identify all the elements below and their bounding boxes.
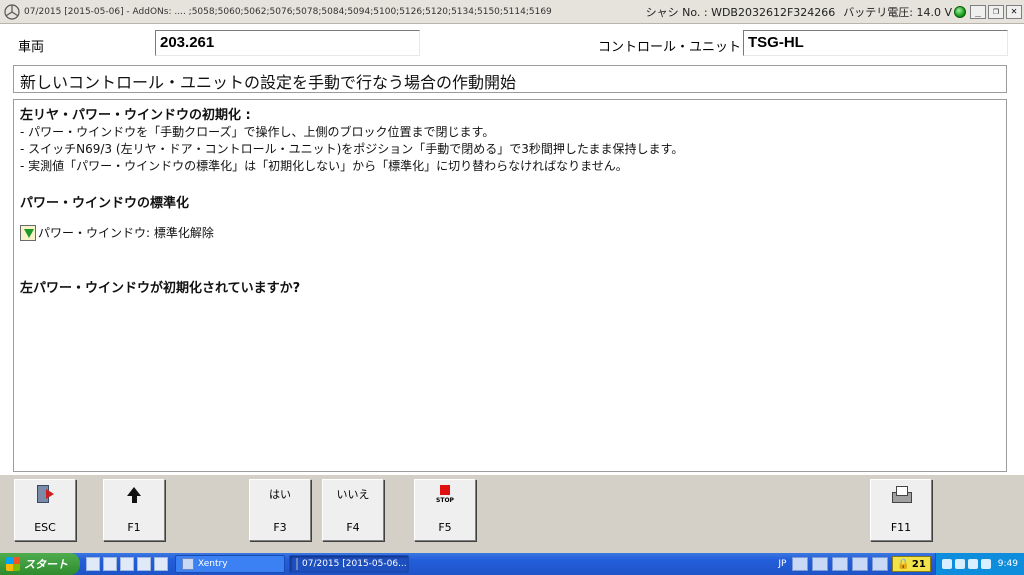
printer-icon xyxy=(890,485,912,503)
exit-door-icon xyxy=(34,483,56,505)
tray-icon[interactable] xyxy=(954,559,965,569)
lock-badge[interactable]: 🔒 21 xyxy=(892,556,931,572)
battery-voltage: バッテリ電圧: 14.0 V xyxy=(843,5,952,19)
vehicle-field: 203.261 xyxy=(155,30,420,56)
clock: 9:49 xyxy=(997,559,1018,569)
sync-icon[interactable] xyxy=(832,557,849,571)
browser-icon[interactable] xyxy=(120,557,134,571)
f11-print-button[interactable]: F11 xyxy=(870,479,932,541)
f5-stop-button[interactable]: STOP F5 xyxy=(414,479,476,541)
instruction-heading: 左リヤ・パワー・ウインドウの初期化 : xyxy=(20,108,251,123)
control-unit-label: コントロール・ユニット xyxy=(598,40,742,55)
stop-label: STOP xyxy=(436,496,454,504)
status-row: パワー・ウインドウ: 標準化解除 xyxy=(20,224,1000,241)
f3-label: F3 xyxy=(273,521,287,534)
instruction-line: - パワー・ウインドウを「手動クローズ」で操作し、上側のブロック位置まで閉じます… xyxy=(20,125,495,139)
system-tray: 9:49 xyxy=(934,553,1024,575)
question-text: 左パワー・ウインドウが初期化されていますか? xyxy=(20,281,301,296)
battery-status-icon xyxy=(954,5,966,18)
start-button[interactable]: スタート xyxy=(0,553,80,575)
status-text: パワー・ウインドウ: 標準化解除 xyxy=(38,226,214,240)
restore-button[interactable]: ❐ xyxy=(988,4,1004,19)
instruction-line: - 実測値「パワー・ウインドウの標準化」は「初期化しない」から「標準化」に切り替… xyxy=(20,159,628,173)
section-heading: パワー・ウインドウの標準化 xyxy=(20,196,190,211)
f5-label: F5 xyxy=(438,521,452,534)
instruction-line: - スイッチN69/3 (左リヤ・ドア・コントロール・ユニット)をポジション「手… xyxy=(20,142,684,156)
volume-icon[interactable] xyxy=(967,559,978,569)
window-title: 07/2015 [2015-05-06] - AddONs: .... ;505… xyxy=(24,6,552,17)
xentry-icon xyxy=(182,558,194,570)
security-icon[interactable] xyxy=(980,559,991,569)
task-diagnosis[interactable]: 07/2015 [2015-05-06... xyxy=(289,555,409,573)
minimize-button[interactable]: _ xyxy=(970,4,986,19)
no-label: いいえ xyxy=(336,488,370,501)
f11-label: F11 xyxy=(890,521,912,534)
desktop-icon[interactable] xyxy=(103,557,117,571)
app-icon[interactable] xyxy=(137,557,151,571)
task-xentry[interactable]: Xentry xyxy=(175,555,285,573)
monitor-icon[interactable] xyxy=(792,557,809,571)
chassis-number: シャシ No. : WDB2032612F324266 xyxy=(645,5,836,19)
function-key-bar: ESC F1 はい F3 いいえ F4 STOP F5 F11 xyxy=(0,475,1024,553)
status-indicator-icon xyxy=(20,224,36,241)
control-unit-field: TSG-HL xyxy=(743,30,1008,56)
instruction-panel: 左リヤ・パワー・ウインドウの初期化 : - パワー・ウインドウを「手動クローズ」… xyxy=(13,99,1007,472)
mercedes-star-icon xyxy=(4,3,20,20)
arrow-up-icon xyxy=(127,487,141,496)
mercedes-star-icon xyxy=(296,558,298,570)
title-bar: 07/2015 [2015-05-06] - AddONs: .... ;505… xyxy=(0,0,1024,24)
network-icon[interactable] xyxy=(941,559,952,569)
task-label: Xentry xyxy=(198,559,228,569)
lock-icon: 🔒 xyxy=(897,558,910,570)
sync-icon[interactable] xyxy=(852,557,869,571)
f3-yes-button[interactable]: はい F3 xyxy=(249,479,311,541)
ime-indicator[interactable]: JP xyxy=(778,559,786,569)
yes-label: はい xyxy=(269,488,291,501)
esc-label: ESC xyxy=(34,521,56,534)
f1-button[interactable]: F1 xyxy=(103,479,165,541)
f4-no-button[interactable]: いいえ F4 xyxy=(322,479,384,541)
badge-count: 21 xyxy=(911,558,926,570)
title-bar-right: シャシ No. : WDB2032612F324266 バッテリ電圧: 14.0… xyxy=(646,4,1024,20)
tool-icon[interactable] xyxy=(154,557,168,571)
phone-icon[interactable] xyxy=(872,557,889,571)
stop-icon: STOP xyxy=(436,484,454,504)
device-icon[interactable] xyxy=(812,557,829,571)
task-label: 07/2015 [2015-05-06... xyxy=(302,559,407,569)
main-content: 車両 203.261 コントロール・ユニット TSG-HL 新しいコントロール・… xyxy=(0,24,1024,475)
f4-label: F4 xyxy=(346,521,360,534)
quick-launch xyxy=(86,557,171,571)
vehicle-label: 車両 xyxy=(18,40,45,55)
taskbar-right: JP 🔒 21 9:49 xyxy=(778,553,1024,575)
taskbar: スタート Xentry 07/2015 [2015-05-06... JP 🔒 … xyxy=(0,553,1024,575)
windows-flag-icon xyxy=(6,557,20,571)
esc-button[interactable]: ESC xyxy=(14,479,76,541)
close-button[interactable]: ✕ xyxy=(1006,4,1022,19)
keyboard-icon[interactable] xyxy=(86,557,100,571)
procedure-headline: 新しいコントロール・ユニットの設定を手動で行なう場合の作動開始 xyxy=(13,65,1007,93)
f1-label: F1 xyxy=(127,521,141,534)
start-label: スタート xyxy=(24,558,68,571)
